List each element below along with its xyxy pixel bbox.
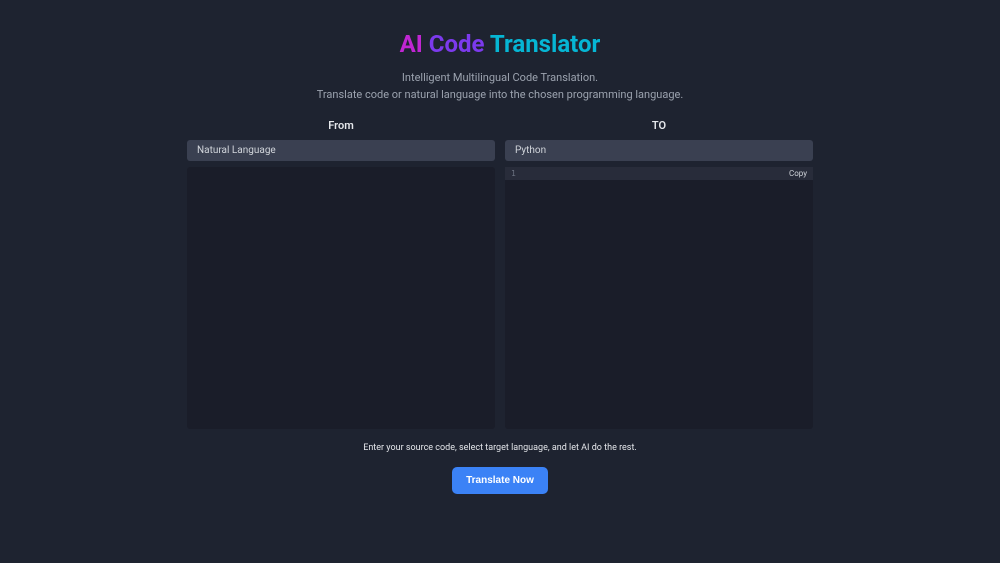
from-panel: From Natural Language [187, 119, 495, 429]
footer-hint: Enter your source code, select target la… [363, 443, 637, 453]
line-number: 1 [509, 169, 516, 178]
subtitle-line2: Translate code or natural language into … [317, 87, 684, 104]
to-language-selector[interactable]: Python [505, 140, 813, 161]
copy-button[interactable]: Copy [789, 169, 809, 178]
output-topbar: 1 Copy [505, 167, 813, 180]
from-editor-area [187, 167, 495, 429]
panels-row: From Natural Language TO Python 1 Copy [187, 119, 813, 429]
to-output: 1 Copy [505, 167, 813, 429]
to-label: TO [505, 119, 813, 132]
from-input[interactable] [187, 167, 495, 429]
subtitle: Intelligent Multilingual Code Translatio… [317, 70, 684, 103]
translate-button[interactable]: Translate Now [452, 467, 548, 494]
title-word-code: Code [429, 30, 485, 58]
title-word-translator: Translator [490, 30, 600, 58]
main-container: AI Code Translator Intelligent Multiling… [0, 0, 1000, 494]
to-panel: TO Python 1 Copy [505, 119, 813, 429]
from-label: From [187, 119, 495, 132]
page-title: AI Code Translator [400, 30, 601, 58]
title-word-ai: AI [400, 30, 423, 58]
to-editor-area: 1 Copy [505, 167, 813, 429]
subtitle-line1: Intelligent Multilingual Code Translatio… [317, 70, 684, 87]
from-language-selector[interactable]: Natural Language [187, 140, 495, 161]
